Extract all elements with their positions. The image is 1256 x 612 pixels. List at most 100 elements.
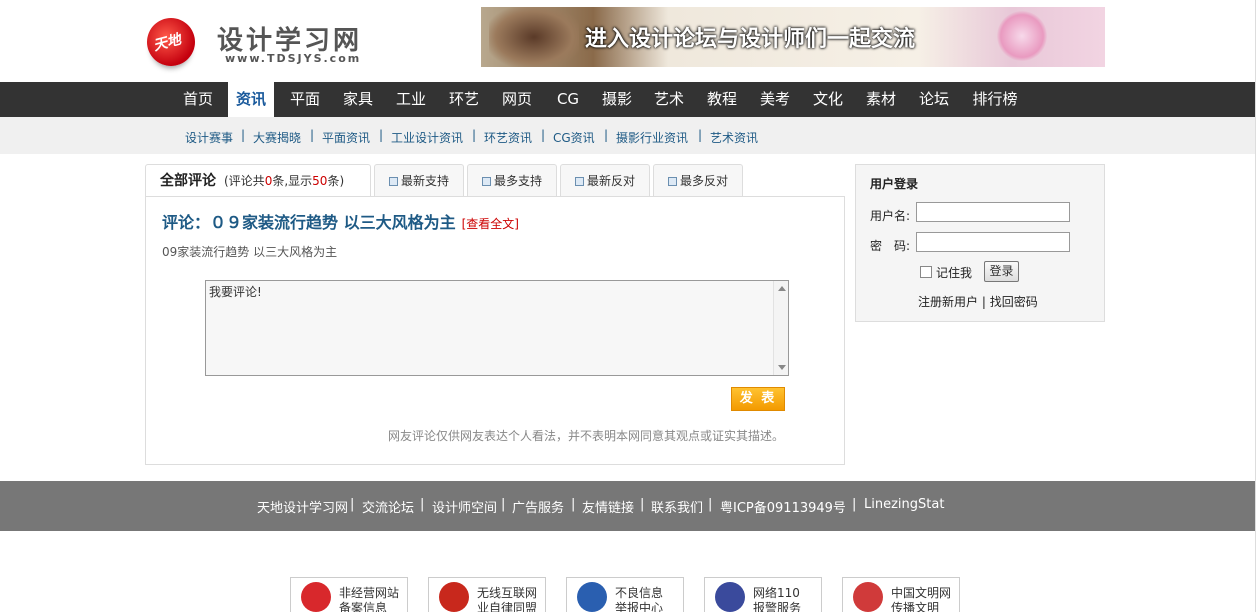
footer-separator: | [852,497,857,512]
badge-civilization[interactable]: 中国文明网 传播文明 [842,577,960,612]
footer-stat[interactable]: LinezingStat [864,497,944,512]
nav-item-furniture[interactable]: 家具 [335,82,381,117]
subnav-separator: | [310,128,315,142]
subnav-separator: | [541,128,546,142]
username-label: 用户名: [870,209,911,223]
police-icon [715,582,745,612]
nav-item-exam[interactable]: 美考 [752,82,798,117]
article-subtitle: 09家装流行趋势 以三大风格为主 [162,245,338,259]
forum-banner[interactable]: 进入设计论坛与设计师们一起交流 [481,7,1105,67]
footer-separator: | [350,497,355,512]
username-input[interactable] [916,202,1070,222]
footer-link-designer[interactable]: 设计师空间 [432,497,497,516]
login-box: 用户登录 用户名: 密 码: 记住我 登录 注册新用户 | 找回密码 [855,164,1105,322]
disclaimer: 网友评论仅供网友表达个人看法，并不表明本网同意其观点或证实其描述。 [388,429,785,443]
remember-checkbox[interactable] [920,266,932,278]
subnav-separator: | [604,128,609,142]
logo-url: www.TDSJYS.com [225,52,362,65]
badge-wireless[interactable]: 无线互联网 业自律同盟 [428,577,546,612]
banner-text: 进入设计论坛与设计师们一起交流 [585,27,916,52]
footer-separator: | [640,497,645,512]
nav-item-graphic[interactable]: 平面 [282,82,328,117]
nav-item-materials[interactable]: 素材 [858,82,904,117]
banner-flower-icon [997,11,1047,61]
login-links: 注册新用户 | 找回密码 [918,295,1038,309]
nav-item-art[interactable]: 艺术 [646,82,692,117]
tab-icon [388,177,398,186]
nav-item-news[interactable]: 资讯 [228,82,274,117]
main-nav: 首页 资讯 平面 家具 工业 环艺 网页 CG 摄影 艺术 教程 美考 文化 素… [0,82,1256,117]
nav-item-web[interactable]: 网页 [494,82,540,117]
nav-item-photo[interactable]: 摄影 [594,82,640,117]
tab-latest-oppose[interactable]: 最新反对 [560,164,650,196]
register-link[interactable]: 注册新用户 [918,295,978,309]
tab-all-label: 全部评论 [160,173,216,189]
comment-count: (评论共0条,显示50条) [224,174,345,188]
report-icon [577,582,607,612]
nav-item-forum[interactable]: 论坛 [911,82,957,117]
textarea-scrollbar[interactable] [773,281,788,375]
footer-separator: | [571,497,576,512]
nav-item-cg[interactable]: CG [545,82,591,117]
subnav-separator: | [472,128,477,142]
remember-label: 记住我 [936,266,973,280]
subnav-separator: | [241,128,246,142]
tab-latest-support[interactable]: 最新支持 [374,164,464,196]
footer-separator: | [708,497,713,512]
scroll-up-icon[interactable] [778,286,786,291]
footer-link-friends[interactable]: 友情链接 [582,497,634,516]
subnav-cg-news[interactable]: CG资讯 [553,129,595,146]
record-icon [301,582,331,612]
site-logo[interactable]: 天地 设计学习网 www.TDSJYS.com [145,14,380,72]
logo-seal-icon: 天地 [147,18,195,66]
footer-link-home[interactable]: 天地设计学习网 [257,497,348,516]
comment-panel: 评论：０９家装流行趋势 以三大风格为主 [查看全文] 09家装流行趋势 以三大风格… [145,196,845,465]
tab-icon [667,177,677,186]
nav-item-home[interactable]: 首页 [175,82,221,117]
tab-icon [481,177,491,186]
tab-all-comments[interactable]: 全部评论 (评论共0条,显示50条) [145,164,371,197]
forgot-password-link[interactable]: 找回密码 [990,295,1038,309]
subnav-environment-news[interactable]: 环艺资讯 [484,129,532,146]
article-title: 评论：０９家装流行趋势 以三大风格为主 [查看全文] [162,213,519,232]
subnav-art-news[interactable]: 艺术资讯 [710,129,758,146]
page: 天地 设计学习网 www.TDSJYS.com 进入设计论坛与设计师们一起交流 … [0,0,1256,612]
password-input[interactable] [916,232,1070,252]
footer-link-forum[interactable]: 交流论坛 [362,497,414,516]
wireless-icon [439,582,469,612]
footer-link-ads[interactable]: 广告服务 [512,497,564,516]
post-button[interactable]: 发 表 [731,387,785,411]
subnav-graphic-news[interactable]: 平面资讯 [322,129,370,146]
nav-item-ranking[interactable]: 排行榜 [964,82,1026,117]
subnav-results[interactable]: 大赛揭晓 [253,129,301,146]
badge-report[interactable]: 不良信息 举报中心 [566,577,684,612]
subnav-photo-news[interactable]: 摄影行业资讯 [616,129,688,146]
footer-separator: | [420,497,425,512]
subnav-contests[interactable]: 设计赛事 [185,129,233,146]
comment-textarea[interactable]: 我要评论! [205,280,789,376]
footer-separator: | [501,497,506,512]
banner-figure-icon [489,7,579,67]
login-button[interactable]: 登录 [984,261,1019,282]
footer-links: 天地设计学习网 | 交流论坛 | 设计师空间 | 广告服务 | 友情链接 | 联… [0,481,1256,531]
nav-item-environment[interactable]: 环艺 [441,82,487,117]
footer-link-contact[interactable]: 联系我们 [651,497,703,516]
badge-police[interactable]: 网络110 报警服务 [704,577,822,612]
nav-item-industrial[interactable]: 工业 [388,82,434,117]
logo-seal-text: 天地 [151,31,183,55]
nav-item-tutorial[interactable]: 教程 [699,82,745,117]
scroll-down-icon[interactable] [778,365,786,370]
login-title: 用户登录 [870,177,919,191]
nav-item-culture[interactable]: 文化 [805,82,851,117]
subnav-separator: | [379,128,384,142]
tab-most-oppose[interactable]: 最多反对 [653,164,743,196]
civilization-icon [853,582,883,612]
sub-nav: 设计赛事 | 大赛揭晓 | 平面资讯 | 工业设计资讯 | 环艺资讯 | CG资… [0,117,1256,154]
subnav-separator: | [698,128,703,142]
footer-icp[interactable]: 粤ICP备09113949号 [720,497,846,516]
tab-most-support[interactable]: 最多支持 [467,164,557,196]
subnav-industrial-news[interactable]: 工业设计资讯 [391,129,463,146]
tab-icon [574,177,584,186]
view-full-link[interactable]: [查看全文] [462,217,519,231]
badge-record[interactable]: 非经营网站 备案信息 [290,577,408,612]
